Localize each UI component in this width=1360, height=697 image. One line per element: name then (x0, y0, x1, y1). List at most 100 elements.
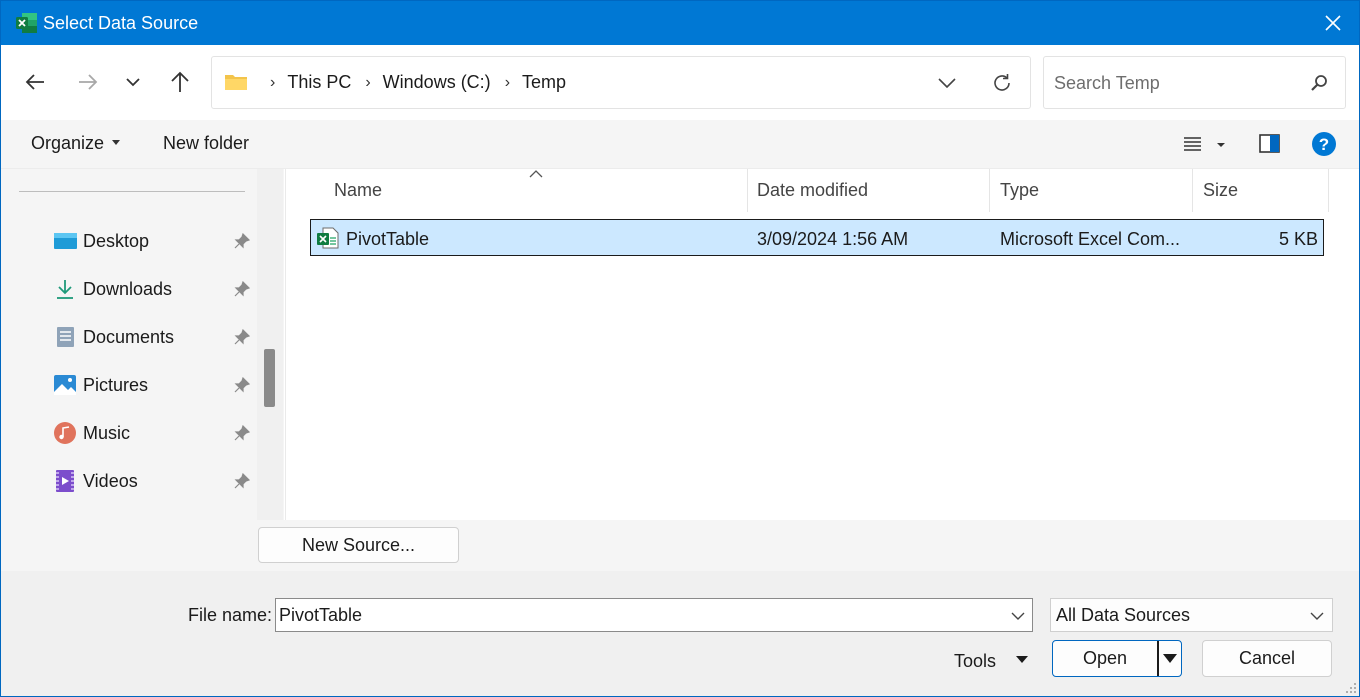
chevron-right-icon: › (270, 73, 276, 91)
search-input[interactable] (1054, 69, 1304, 97)
sidebar-item-pictures[interactable]: Pictures (51, 365, 261, 405)
cancel-button[interactable]: Cancel (1202, 640, 1332, 677)
organize-button[interactable]: Organize (31, 133, 121, 154)
column-header-type[interactable]: Type (990, 169, 1193, 212)
preview-pane-button[interactable] (1258, 132, 1282, 156)
divider (19, 191, 245, 192)
close-button[interactable] (1307, 1, 1359, 45)
sidebar-item-label: Desktop (83, 231, 150, 251)
music-icon (54, 422, 76, 444)
download-icon (57, 280, 73, 299)
sidebar-item-label: Videos (83, 471, 138, 491)
column-header-name[interactable]: Name (324, 169, 748, 212)
navigation-scrollbar[interactable] (257, 169, 283, 520)
open-label[interactable]: Open (1053, 641, 1157, 676)
back-button[interactable] (18, 65, 52, 99)
crumb-this-pc[interactable]: This PC (287, 72, 351, 93)
desktop-icon (54, 233, 77, 249)
open-options-button[interactable] (1157, 641, 1181, 676)
crumb-windows-c[interactable]: Windows (C:) (383, 72, 491, 93)
chevron-down-icon (938, 78, 956, 88)
pin-icon (234, 425, 250, 441)
file-size: 5 KB (1278, 229, 1318, 249)
scrollbar-thumb[interactable] (264, 349, 275, 407)
sidebar-item-label: Pictures (83, 375, 149, 395)
file-name-label: File name: (188, 605, 273, 625)
chevron-down-icon (1310, 612, 1324, 620)
list-view-icon (1184, 137, 1225, 151)
refresh-button[interactable] (988, 69, 1016, 97)
navigation-pane: Desktop Downloads Documents Pictures Mus… (1, 169, 284, 520)
chevron-down-icon[interactable] (1010, 608, 1026, 624)
arrow-right-icon (79, 74, 98, 90)
sidebar-item-desktop[interactable]: Desktop (51, 221, 261, 261)
column-header-date[interactable]: Date modified (747, 169, 990, 212)
document-icon (57, 327, 74, 347)
sidebar-item-documents[interactable]: Documents (51, 317, 261, 357)
organize-label: Organize (31, 133, 105, 153)
change-view-button[interactable] (1181, 132, 1231, 158)
dialog-footer: File name: All Data Sources Tools Open C… (1, 571, 1359, 696)
help-icon: ? (1312, 132, 1336, 156)
title-bar: Select Data Source (1, 1, 1359, 45)
caret-down-icon (112, 139, 121, 145)
chevron-right-icon: › (365, 73, 371, 91)
file-list: Name Date modified Type Size PivotTable … (285, 169, 1359, 520)
breadcrumb: › This PC › Windows (C:) › Temp (256, 57, 566, 108)
sidebar-item-label: Documents (83, 327, 175, 347)
folder-icon (225, 75, 247, 90)
sidebar-item-label: Music (83, 423, 131, 443)
table-row[interactable]: PivotTable 3/09/2024 1:56 AM Microsoft E… (310, 219, 1324, 256)
search-box[interactable] (1043, 56, 1346, 109)
pin-icon (234, 281, 250, 297)
help-button[interactable]: ? (1311, 131, 1337, 162)
address-history-button[interactable] (934, 71, 960, 95)
excel-file-icon (317, 227, 339, 249)
crumb-temp[interactable]: Temp (522, 72, 566, 93)
arrow-up-icon (171, 71, 189, 92)
navigation-bar: › This PC › Windows (C:) › Temp (1, 45, 1359, 120)
file-name-field[interactable] (279, 603, 989, 627)
sidebar-item-label: Downloads (83, 279, 173, 299)
pin-icon (234, 473, 250, 489)
sidebar-item-downloads[interactable]: Downloads (51, 269, 261, 309)
source-bar: New Source... (1, 520, 1359, 571)
column-header-size[interactable]: Size (1193, 169, 1329, 212)
recent-locations-button[interactable] (116, 65, 150, 99)
arrow-left-icon (25, 74, 44, 90)
command-bar: Organize New folder (1, 120, 1359, 169)
chevron-down-icon (126, 78, 140, 87)
new-source-button[interactable]: New Source... (258, 527, 459, 563)
sidebar-item-videos[interactable]: Videos (51, 461, 261, 501)
pin-icon (234, 329, 250, 345)
close-icon (1325, 15, 1341, 31)
address-bar[interactable]: › This PC › Windows (C:) › Temp (211, 56, 1031, 109)
pictures-icon (54, 375, 76, 395)
open-button[interactable]: Open (1052, 640, 1182, 677)
refresh-icon (994, 74, 1010, 91)
file-type-filter[interactable]: All Data Sources (1050, 598, 1333, 632)
file-type-filter-value: All Data Sources (1056, 605, 1191, 625)
svg-text:?: ? (1319, 135, 1329, 154)
pin-icon (234, 233, 250, 249)
preview-pane-icon (1259, 134, 1280, 153)
up-button[interactable] (163, 65, 197, 99)
forward-button[interactable] (71, 65, 105, 99)
file-name-combobox[interactable] (275, 598, 1033, 632)
window-title: Select Data Source (43, 13, 199, 33)
search-icon (1311, 75, 1327, 91)
sidebar-item-music[interactable]: Music (51, 413, 261, 453)
caret-down-icon (1016, 656, 1028, 663)
file-name: PivotTable (346, 229, 430, 249)
video-icon (56, 470, 74, 492)
pin-icon (234, 377, 250, 393)
chevron-right-icon: › (504, 73, 511, 91)
tools-button[interactable]: Tools (954, 651, 1028, 672)
excel-icon (16, 13, 37, 33)
file-type: Microsoft Excel Com... (1000, 229, 1181, 249)
caret-down-icon (1163, 654, 1177, 663)
tools-label: Tools (954, 651, 997, 671)
new-folder-button[interactable]: New folder (163, 133, 249, 154)
file-date: 3/09/2024 1:56 AM (757, 229, 909, 249)
resize-grip-icon[interactable] (1345, 682, 1357, 694)
